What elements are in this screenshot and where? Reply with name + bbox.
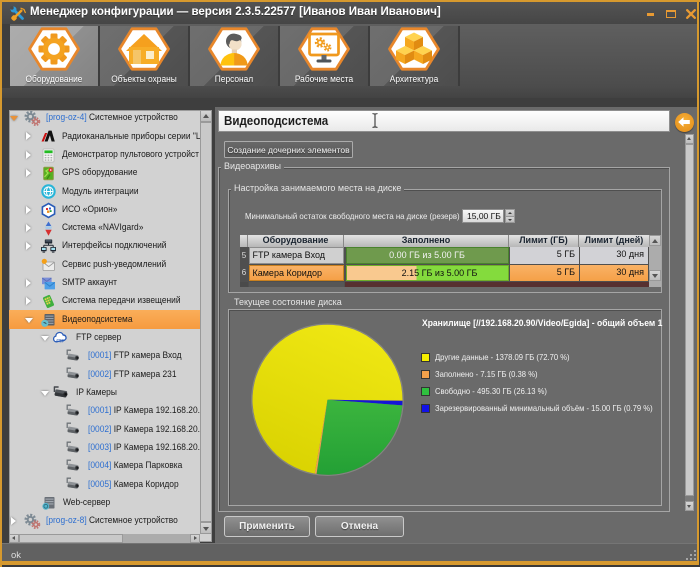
svg-text:FTP: FTP [56,338,64,343]
